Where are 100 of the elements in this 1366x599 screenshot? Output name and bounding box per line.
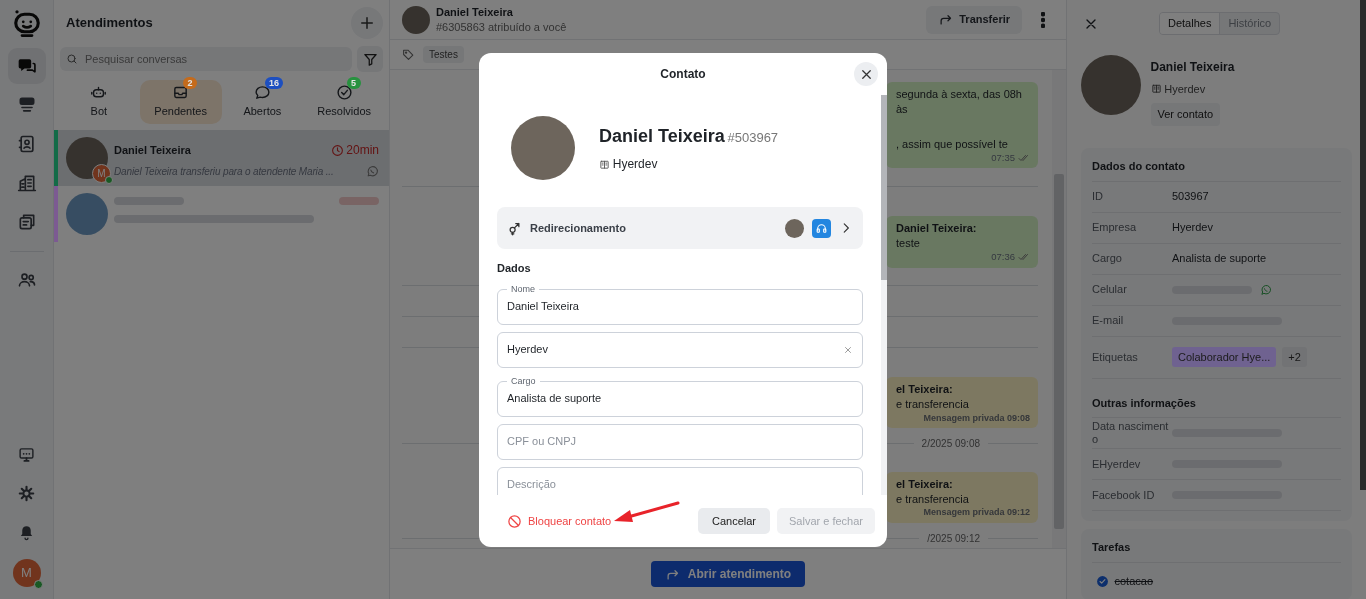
tag-chip: Testes (423, 46, 464, 63)
assignment-text: #6305863 atribuído a você (436, 19, 568, 35)
check-circle-icon (335, 84, 353, 102)
save-close-button: Salvar e fechar (777, 508, 875, 534)
more-tags-chip: +2 (1282, 346, 1307, 368)
count-badge: 5 (346, 77, 361, 90)
checked-circle-icon (1096, 575, 1109, 589)
search-input[interactable]: Pesquisar conversas (83, 49, 346, 69)
photo-placeholder (66, 193, 108, 235)
filter-tab[interactable]: 5 Resolvidos (303, 80, 385, 124)
filter-button[interactable] (357, 46, 383, 72)
block-contact-link[interactable]: Bloquear contato (507, 512, 612, 530)
chat-bubbles-nav-button[interactable] (7, 48, 46, 84)
clock-icon (330, 143, 344, 157)
date-separator: /2025 09:12 (927, 532, 980, 546)
sender-name: Daniel Teixeira: (896, 221, 978, 237)
contact-name: Daniel Teixeira (1150, 58, 1235, 76)
sender-name: el Teixeira: (896, 476, 954, 492)
company-name: Hyerdev (1164, 81, 1206, 97)
text-input[interactable]: Daniel Teixeira (507, 298, 853, 315)
photo-placeholder (785, 218, 804, 238)
contact-name: Daniel Teixeira (599, 125, 725, 148)
user-avatar[interactable]: M (12, 559, 41, 587)
scrollbar[interactable] (1360, 0, 1366, 490)
section-title: Tarefas (1092, 539, 1341, 564)
redirect-icon (507, 220, 522, 236)
field-label: Data nascimento (1092, 420, 1170, 447)
photo-placeholder (66, 137, 108, 179)
task-list-icon (16, 212, 37, 232)
settings-icon (18, 484, 35, 502)
cancel-button[interactable]: Cancelar (698, 508, 770, 534)
kebab-menu-icon (1041, 11, 1045, 28)
section-title: Outras informações (1092, 394, 1341, 419)
field-label: Etiquetas (1092, 350, 1139, 364)
contact-id: #503967 (727, 129, 779, 147)
company-name: Hyerdev (612, 156, 658, 173)
field-label: Facebook ID (1092, 488, 1156, 502)
section-title: Dados do contato (1092, 157, 1341, 182)
tag-chip: Colaborador Hye... (1172, 346, 1277, 368)
message-time: 07:35 (991, 151, 1015, 165)
field-value: 503967 (1172, 189, 1209, 205)
message-text: , assim que possível te (896, 136, 1009, 152)
filter-icon (362, 51, 378, 67)
input-field[interactable]: Nome Daniel Teixeira (497, 282, 863, 325)
transfer-button[interactable]: Transferir (926, 5, 1022, 34)
input-field[interactable]: Hyerdev (497, 331, 863, 368)
message-text: teste (896, 236, 921, 252)
redirect-row[interactable]: Redirecionamento (497, 207, 863, 249)
input-field[interactable]: Cargo Analista de suporte (497, 374, 863, 417)
text-input[interactable]: CPF ou CNPJ (507, 433, 853, 450)
search-icon (66, 53, 78, 65)
section-title: Dados (497, 261, 532, 276)
scrollbar[interactable] (1052, 70, 1066, 548)
field-value: Analista de suporte (1172, 251, 1267, 267)
sender-name: el Teixeira: (896, 381, 954, 397)
field-label: Cargo (1092, 252, 1123, 266)
search-field[interactable]: Pesquisar conversas (60, 47, 352, 71)
building-icon (599, 158, 610, 170)
feedback-monitor-icon (18, 445, 35, 463)
whatsapp-icon (366, 165, 379, 178)
panel-tab[interactable]: Detalhes (1160, 13, 1221, 34)
text-input[interactable]: Hyerdev (507, 341, 843, 358)
message-text: e transferencia (896, 491, 970, 507)
contact-book-icon (16, 134, 37, 154)
text-input[interactable]: Analista de suporte (507, 390, 853, 407)
add-button[interactable] (351, 6, 383, 39)
dialog-title: Contato (660, 66, 706, 83)
panel-title: Atendimentos (66, 13, 153, 32)
field-label: E-mail (1092, 314, 1125, 328)
private-note-time: Mensagem privada 09:12 (922, 506, 1030, 519)
field-label: Empresa (1092, 221, 1138, 235)
count-badge: 16 (264, 77, 283, 90)
filter-tab[interactable]: Bot (58, 80, 140, 124)
count-badge: 2 (183, 77, 198, 90)
text-input[interactable]: Descrição (507, 476, 853, 493)
message-text: segunda à sexta, das 08h às (896, 87, 1023, 117)
view-contact-button[interactable]: Ver contato (1150, 103, 1221, 126)
filter-tab[interactable]: 16 Abertos (221, 80, 304, 124)
field-label: ID (1092, 190, 1104, 204)
task-label: cotacao (1114, 574, 1154, 590)
photo-placeholder (402, 5, 430, 34)
filter-tab[interactable]: 2 Pendentes (139, 80, 222, 124)
private-note-time: Mensagem privada 09:08 (922, 411, 1030, 424)
scrollbar[interactable] (881, 95, 887, 495)
message-text: e transferencia (896, 396, 970, 412)
field-value: Hyerdev (1172, 220, 1213, 236)
whatsapp-icon (1260, 283, 1272, 296)
input-field[interactable]: CPF ou CNPJ (497, 423, 863, 460)
open-ticket-button[interactable]: Abrir atendimento (650, 561, 806, 587)
date-separator: 2/2025 09:08 (921, 437, 980, 452)
building-icon (16, 173, 37, 193)
contact-name: Daniel Teixeira (114, 142, 191, 158)
field-label: EHyerdev (1092, 457, 1142, 471)
close-button[interactable] (854, 62, 878, 86)
chat-bubbles-icon (16, 56, 37, 76)
tag-icon (402, 48, 415, 61)
wait-time-text: 20min (346, 142, 379, 159)
field-label: Celular (1092, 283, 1128, 297)
turn-arrow-icon (938, 12, 954, 27)
people-icon (16, 270, 37, 290)
